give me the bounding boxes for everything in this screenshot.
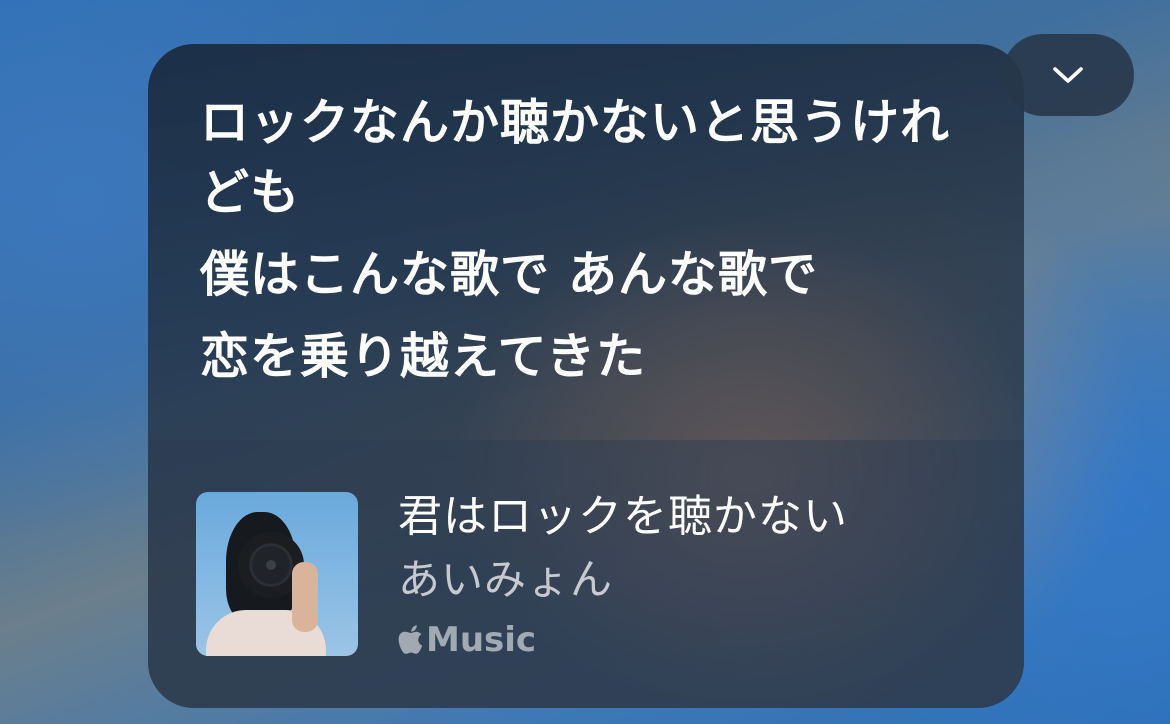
lyrics-panel: ロックなんか聴かないと思うけれども 僕はこんな歌で あんな歌で 恋を乗り越えてき… bbox=[200, 88, 980, 404]
service-name: Music bbox=[426, 620, 537, 660]
artwork-figure-arm bbox=[292, 562, 318, 632]
song-title: 君はロックを聴かない bbox=[398, 491, 848, 542]
album-artwork[interactable] bbox=[196, 492, 358, 656]
lyric-line-2: 僕はこんな歌で あんな歌で bbox=[200, 246, 819, 303]
lyrics-card: ロックなんか聴かないと思うけれども 僕はこんな歌で あんな歌で 恋を乗り越えてき… bbox=[148, 44, 1024, 708]
collapse-button[interactable] bbox=[1002, 34, 1134, 116]
artist-name: あいみょん bbox=[398, 555, 614, 604]
lyric-line-3: 恋を乗り越えてきた bbox=[200, 328, 647, 385]
service-label: Music bbox=[398, 620, 536, 660]
apple-logo-icon bbox=[398, 625, 423, 654]
lyric-line-1: ロックなんか聴かないと思うけれども bbox=[200, 94, 951, 221]
chevron-down-icon bbox=[1053, 67, 1083, 83]
